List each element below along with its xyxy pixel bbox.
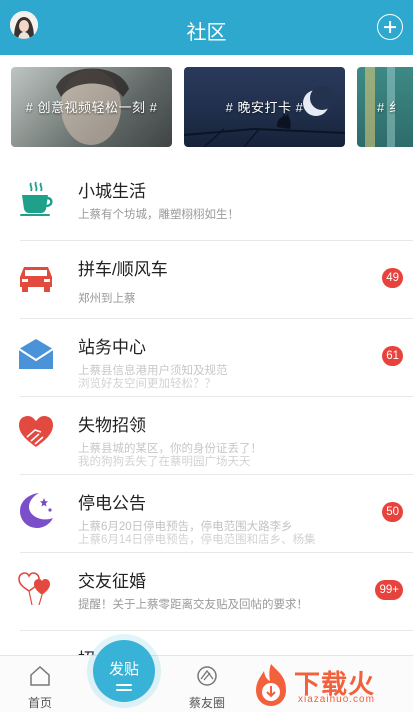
list-item-subtitle: 郑州到上蔡: [78, 293, 136, 305]
list-item-lost-found[interactable]: 失物招领 上蔡县城的某区，你的身份证丢了！ 我的狗狗丢失了在蔡明园广场天天: [0, 396, 413, 474]
list-item-subtitle: 上蔡有个坊城，雕塑栩栩如生！: [78, 209, 239, 221]
list-item-subtitle-secondary: 浏览好友空间更加轻松？？: [78, 378, 216, 390]
unread-badge: 50: [382, 502, 403, 522]
unread-badge: 99+: [375, 580, 403, 600]
watermark-logo: 下载火 xiazaihuo.com: [248, 660, 408, 710]
topic-card-partial[interactable]: # 纟: [357, 67, 413, 147]
heart-hand-icon: [19, 416, 53, 447]
list-item-town-life[interactable]: 小城生活 上蔡有个坊城，雕塑栩栩如生！: [0, 162, 413, 240]
menu-lines-icon: [116, 689, 132, 691]
tab-label: 首页: [27, 696, 52, 710]
topic-card-goodnight[interactable]: # 晚安打卡 #: [184, 67, 345, 147]
tab-label: 蔡友圈: [188, 696, 225, 710]
post-button[interactable]: 发贴: [93, 640, 155, 702]
add-icon[interactable]: [377, 14, 403, 40]
watermark-url: xiazaihuo.com: [298, 694, 375, 705]
list-item-subtitle-secondary: 我的狗狗丢失了在蔡明园广场天天: [78, 456, 251, 468]
list-item-title: 小城生活: [78, 182, 146, 201]
topic-card-video[interactable]: # 创意视频轻松一刻 #: [11, 67, 172, 147]
unread-badge: 49: [382, 268, 403, 288]
topic-card-label: # 创意视频轻松一刻 #: [25, 100, 158, 115]
list-item-title: 交友征婚: [78, 572, 146, 591]
heart-balloons-icon: [18, 572, 50, 606]
list-item-power-outage[interactable]: 停电公告 上蔡6月20日停电预告，停电范围大路李乡 上蔡6月14日停电预告，停电…: [0, 474, 413, 552]
topic-card-label: # 纟: [377, 100, 403, 115]
home-icon: [30, 665, 50, 686]
coffee-cup-icon: [20, 181, 53, 216]
friends-circle-icon: [197, 666, 217, 686]
page-title: 社区: [186, 22, 227, 44]
topic-card-label: # 晚安打卡 #: [225, 100, 304, 115]
top-header: 社区: [0, 0, 413, 55]
forum-list: 小城生活 上蔡有个坊城，雕塑栩栩如生！ 拼车/顺风车 郑州到上蔡 49 站务中心…: [0, 162, 413, 708]
list-item-carpool[interactable]: 拼车/顺风车 郑州到上蔡 49: [0, 240, 413, 318]
post-button-label: 发贴: [108, 661, 139, 678]
list-item-station[interactable]: 站务中心 上蔡县信息港用户须知及规范 浏览好友空间更加轻松？？ 61: [0, 318, 413, 396]
list-item-subtitle-secondary: 上蔡6月14日停电预告，停电范围和店乡、杨集: [78, 534, 316, 546]
tab-home[interactable]: 首页: [0, 656, 80, 712]
list-item-dating[interactable]: 交友征婚 提醒！关于上蔡零距离交友贴及回帖的要求！ 99+: [0, 552, 413, 630]
moon-stars-icon: [20, 493, 53, 528]
list-item-title: 站务中心: [78, 338, 146, 357]
list-item-subtitle: 提醒！关于上蔡零距离交友贴及回帖的要求！: [78, 599, 308, 611]
list-item-title: 拼车/顺风车: [78, 260, 168, 279]
tab-friends-circle[interactable]: 蔡友圈: [167, 656, 247, 712]
envelope-icon: [18, 339, 54, 369]
topic-banners: # 创意视频轻松一刻 # # 晚安打卡 # # 纟: [0, 55, 413, 155]
unread-badge: 61: [382, 346, 403, 366]
menu-lines-icon: [116, 684, 132, 686]
flame-download-icon: [256, 664, 286, 706]
list-item-title: 失物招领: [78, 416, 146, 435]
list-item-title: 停电公告: [78, 494, 146, 513]
car-icon: [20, 267, 52, 292]
